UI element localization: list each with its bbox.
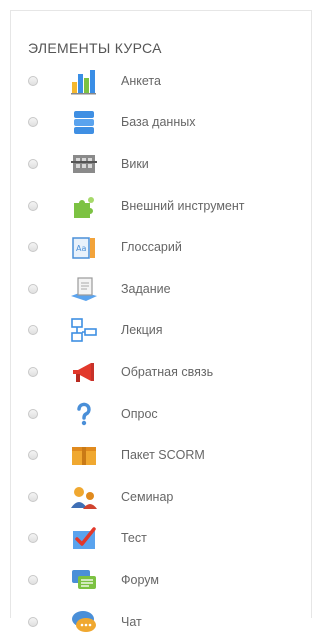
list-item-label: Семинар — [121, 489, 174, 504]
radio-button[interactable] — [28, 408, 38, 419]
list-item-scorm[interactable]: Пакет SCORM — [11, 434, 313, 476]
radio-button[interactable] — [28, 117, 38, 128]
list-item-label: Опрос — [121, 406, 158, 421]
panel-title: ЭЛЕМЕНТЫ КУРСА — [28, 40, 162, 56]
radio-button[interactable] — [28, 574, 38, 585]
radio-button[interactable] — [28, 533, 38, 544]
list-item-workshop[interactable]: Семинар — [11, 476, 313, 518]
list-item-assignment[interactable]: Задание — [11, 268, 313, 310]
megaphone-icon — [69, 357, 99, 387]
list-item-label: Пакет SCORM — [121, 448, 205, 463]
list-item-glossary[interactable]: Aa Глоссарий — [11, 226, 313, 268]
workshop-icon — [69, 482, 99, 512]
list-item-wiki[interactable]: Вики — [11, 143, 313, 185]
wiki-icon — [69, 149, 99, 179]
list-item-survey[interactable]: Анкета — [11, 60, 313, 102]
list-item-lesson[interactable]: Лекция — [11, 310, 313, 352]
list-item-label: Тест — [121, 531, 147, 546]
database-icon — [69, 107, 99, 137]
list-item-forum[interactable]: Форум — [11, 559, 313, 601]
radio-button[interactable] — [28, 366, 38, 377]
puzzle-icon — [69, 191, 99, 221]
quiz-check-icon — [69, 523, 99, 553]
list-item-external-tool[interactable]: Внешний инструмент — [11, 185, 313, 227]
list-item-label: Анкета — [121, 73, 161, 88]
course-elements-panel: ЭЛЕМЕНТЫ КУРСА Анкета База данных Вики В… — [10, 10, 312, 632]
list-item-label: Глоссарий — [121, 240, 182, 255]
radio-button[interactable] — [28, 200, 38, 211]
list-item-quiz[interactable]: Тест — [11, 518, 313, 560]
list-item-label: Внешний инструмент — [121, 198, 245, 213]
list-item-database[interactable]: База данных — [11, 102, 313, 144]
radio-button[interactable] — [28, 158, 38, 169]
radio-button[interactable] — [28, 242, 38, 253]
list-item-feedback[interactable]: Обратная связь — [11, 351, 313, 393]
list-item-label: Задание — [121, 281, 171, 296]
radio-button[interactable] — [28, 283, 38, 294]
survey-chart-icon — [69, 66, 99, 96]
list-item-label: База данных — [121, 115, 196, 130]
forum-icon — [69, 565, 99, 595]
radio-button[interactable] — [28, 325, 38, 336]
list-item-choice[interactable]: Опрос — [11, 393, 313, 435]
radio-button[interactable] — [28, 75, 38, 86]
radio-button[interactable] — [28, 450, 38, 461]
glossary-icon: Aa — [69, 232, 99, 262]
list-item-chat[interactable]: Чат — [11, 601, 313, 642]
list-item-label: Лекция — [121, 323, 163, 338]
radio-button[interactable] — [28, 491, 38, 502]
question-mark-icon — [69, 399, 99, 429]
list-item-label: Форум — [121, 572, 159, 587]
lesson-icon — [69, 315, 99, 345]
svg-text:Aa: Aa — [76, 244, 86, 253]
course-elements-list: Анкета База данных Вики Внешний инструме… — [11, 60, 313, 642]
assignment-icon — [69, 274, 99, 304]
list-item-label: Обратная связь — [121, 364, 214, 379]
package-icon — [69, 440, 99, 470]
list-item-label: Вики — [121, 156, 149, 171]
